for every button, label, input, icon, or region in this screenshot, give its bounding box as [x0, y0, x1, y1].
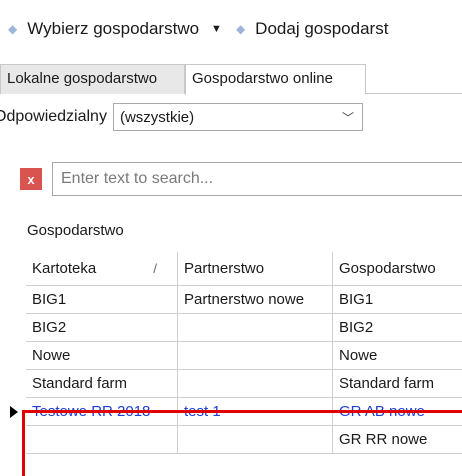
add-farm-label: Dodaj gospodarst [255, 19, 389, 38]
table-row[interactable]: BIG2 BIG2 [0, 314, 462, 342]
responsible-select[interactable]: (wszystkie) ﹀ [112, 103, 363, 131]
cell-partnerstwo [178, 342, 333, 370]
bullet-icon: ◆ [235, 22, 246, 36]
select-farm-label: Wybierz gospodarstwo [27, 19, 200, 38]
add-farm-button[interactable]: Dodaj gospodarst [255, 19, 388, 39]
dropdown-arrow-icon: ▼ [211, 23, 222, 35]
cell-gospodarstwo: BIG1 [333, 286, 462, 314]
search-bar: x Enter text to search... [20, 162, 462, 196]
responsible-label: Odpowiedzialny [0, 108, 107, 125]
cell-kartoteka: BIG2 [26, 314, 178, 342]
cell-kartoteka: Testowe RR 2018 [26, 398, 178, 426]
cell-partnerstwo: test 1 [178, 398, 333, 426]
tab-bar: Lokalne gospodarstwo Gospodarstwo online [0, 58, 462, 95]
column-header-partnerstwo[interactable]: Partnerstwo [178, 252, 333, 286]
cell-partnerstwo [178, 314, 333, 342]
responsible-value: (wszystkie) [119, 108, 195, 126]
cell-gospodarstwo: BIG2 [333, 314, 462, 342]
cell-partnerstwo [178, 426, 333, 454]
chevron-down-icon: ﹀ [341, 110, 354, 125]
cell-gospodarstwo: GR RR nowe [333, 426, 462, 454]
tab-online-farm[interactable]: Gospodarstwo online [185, 64, 366, 95]
cell-kartoteka [26, 426, 178, 454]
search-input[interactable]: Enter text to search... [52, 162, 462, 196]
row-indicator-icon [10, 406, 18, 418]
toolbar: ◆ Wybierz gospodarstwo ▼ ◆ Dodaj gospoda… [0, 0, 462, 58]
responsible-filter: Odpowiedzialny (wszystkie) ﹀ [0, 100, 462, 134]
table-row-selected[interactable]: Testowe RR 2018 test 1 GR AB nowe [0, 398, 462, 426]
cell-gospodarstwo: Nowe [333, 342, 462, 370]
clear-search-button[interactable]: x [20, 168, 42, 190]
table-row[interactable]: Nowe Nowe [0, 342, 462, 370]
cell-partnerstwo [178, 370, 333, 398]
column-header-kartoteka[interactable]: Kartoteka / [26, 252, 178, 286]
cell-gospodarstwo: Standard farm [333, 370, 462, 398]
select-farm-dropdown[interactable]: Wybierz gospodarstwo ▼ [27, 19, 236, 39]
cell-partnerstwo: Partnerstwo nowe [178, 286, 333, 314]
tab-local-farm[interactable]: Lokalne gospodarstwo [0, 64, 185, 94]
data-grid: Kartoteka / Partnerstwo Gospodarstwo BIG1… [0, 252, 462, 454]
cell-kartoteka: BIG1 [26, 286, 178, 314]
table-row[interactable]: Standard farm Standard farm [0, 370, 462, 398]
cell-kartoteka: Standard farm [26, 370, 178, 398]
sort-indicator-icon: / [153, 261, 157, 276]
cell-gospodarstwo: GR AB nowe [333, 398, 462, 426]
column-header-gospodarstwo[interactable]: Gospodarstwo [333, 252, 462, 286]
group-header: Gospodarstwo [27, 222, 124, 239]
table-row[interactable]: BIG1 Partnerstwo nowe BIG1 [0, 286, 462, 314]
table-row[interactable]: GR RR nowe [0, 426, 462, 454]
bullet-icon: ◆ [8, 22, 18, 36]
cell-kartoteka: Nowe [26, 342, 178, 370]
column-header-row: Kartoteka / Partnerstwo Gospodarstwo [0, 252, 462, 286]
